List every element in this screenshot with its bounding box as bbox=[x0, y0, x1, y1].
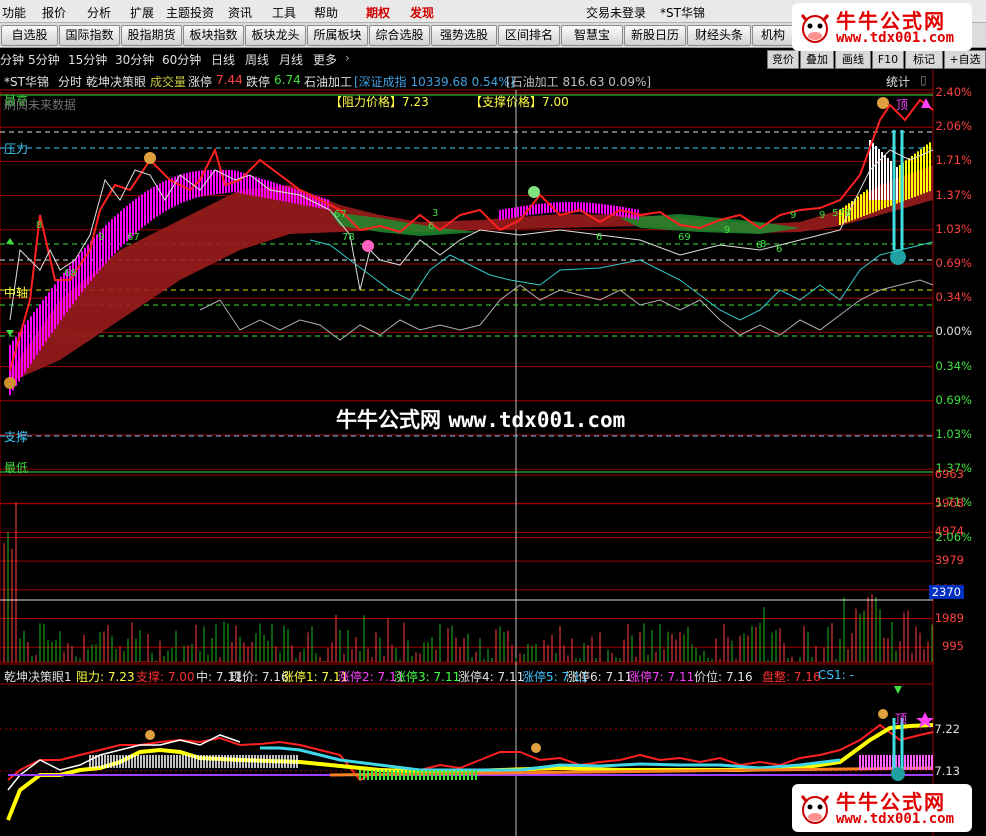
start-marker bbox=[4, 377, 16, 389]
indicator-axis-tick: 7.13 bbox=[934, 764, 960, 778]
indicator-value: 价位: 7.16 bbox=[694, 670, 753, 684]
indicator-value: 盘整: 7.16 bbox=[762, 670, 821, 684]
marker-number: 6 bbox=[756, 240, 762, 251]
price-axis-tick: 0.34% bbox=[935, 290, 972, 305]
indicator-value: 支撑: 7.00 bbox=[136, 670, 195, 684]
price-line bbox=[9, 98, 934, 371]
volume-axis-tick: 5968 bbox=[934, 495, 964, 510]
indicator-peak-label: 顶 bbox=[895, 712, 908, 726]
label-future-data: 刷阅未来数据 bbox=[4, 98, 77, 112]
signal-marker bbox=[891, 767, 905, 781]
price-axis-tick: 0.00% bbox=[935, 324, 972, 339]
indicator-value: CS1: - bbox=[818, 668, 854, 682]
indicator-axis-tick: 7.22 bbox=[934, 722, 960, 736]
marker-number: 78 bbox=[342, 232, 355, 243]
price-axis-tick: 2.40% bbox=[935, 85, 972, 99]
signal-marker bbox=[878, 709, 888, 719]
label-lowest: 最低 bbox=[4, 461, 29, 475]
indicator-value: 涨停4: 7.11 bbox=[458, 670, 525, 684]
volume-axis-tick: 3979 bbox=[934, 553, 964, 568]
marker-number: 3 bbox=[432, 208, 438, 219]
price-axis-tick: 0.69% bbox=[935, 256, 972, 270]
up-arrow-icon bbox=[6, 238, 14, 244]
indicator-line-cyan bbox=[309, 239, 934, 321]
price-axis-tick: 0.34% bbox=[935, 358, 972, 373]
down-arrow-icon bbox=[894, 686, 902, 694]
volume-axis-tick: 6963 bbox=[934, 467, 964, 481]
volume-current: 2370 bbox=[928, 585, 964, 599]
logo-url: www.tdx001.com bbox=[836, 811, 955, 827]
marker-number: 6 bbox=[428, 221, 434, 232]
marker-number: 9 bbox=[790, 210, 796, 221]
marker-number: 9 bbox=[819, 210, 825, 221]
site-logo-bottom[interactable]: 牛牛公式网 www.tdx001.com bbox=[792, 784, 972, 832]
volume-axis-tick: 1989 bbox=[934, 610, 964, 625]
marker-number: 9 bbox=[724, 225, 730, 236]
marker-number: 578 bbox=[832, 208, 851, 219]
price-axis-tick: 2.06% bbox=[935, 119, 972, 134]
support-price: 【支撑价格】7.00 bbox=[470, 95, 569, 109]
price-axis-tick: 1.03% bbox=[935, 427, 972, 441]
watermark-name: 牛牛公式网 bbox=[336, 408, 441, 432]
signal-marker bbox=[144, 152, 156, 164]
cow-icon bbox=[800, 14, 830, 43]
volume-axis-tick: 4974 bbox=[934, 524, 964, 539]
signal-marker bbox=[531, 743, 541, 753]
price-axis-tick: 0.69% bbox=[935, 392, 972, 407]
watermark: 牛牛公式网 www.tdx001.com bbox=[336, 404, 625, 434]
marker-number: 9 bbox=[98, 232, 104, 243]
signal-marker bbox=[362, 240, 374, 252]
logo-url: www.tdx001.com bbox=[836, 30, 955, 46]
marker-number: 68 bbox=[64, 268, 77, 279]
indicator-value: 涨停6: 7.11 bbox=[566, 670, 633, 684]
watermark-url: www.tdx001.com bbox=[448, 408, 626, 432]
site-logo-top[interactable]: 牛牛公式网 www.tdx001.com bbox=[792, 3, 972, 51]
marker-number: 8 bbox=[36, 220, 42, 231]
peak-label: 顶 bbox=[896, 98, 909, 112]
down-arrow-icon bbox=[6, 330, 14, 336]
signal-marker bbox=[528, 186, 540, 198]
indicator-value: 阻力: 7.23 bbox=[76, 670, 135, 684]
indicator-line-gray bbox=[199, 279, 934, 341]
label-axis: 中轴 bbox=[4, 286, 29, 300]
indicator-value: 现价: 7.16 bbox=[230, 670, 289, 684]
cow-icon bbox=[800, 795, 830, 824]
signal-marker bbox=[145, 730, 155, 740]
indicator-line-white bbox=[7, 734, 241, 791]
indicator-value: 涨停3: 7.11 bbox=[394, 670, 461, 684]
marker-number: 67 bbox=[127, 232, 140, 243]
label-support: 支撑 bbox=[4, 430, 29, 444]
signal-marker bbox=[877, 97, 889, 109]
marker-number: 6 bbox=[596, 232, 602, 243]
price-axis-tick: 1.03% bbox=[935, 221, 972, 236]
marker-number: 67 bbox=[334, 209, 347, 220]
indicator-value: 乾坤决策眼1 bbox=[4, 670, 72, 684]
indicator-value: 涨停7: 7.11 bbox=[628, 670, 695, 684]
label-pressure: 压力 bbox=[4, 142, 29, 156]
resistance-price: 【阻力价格】7.23 bbox=[330, 95, 429, 109]
marker-number: 6 bbox=[776, 244, 782, 255]
marker-number: 69 bbox=[678, 232, 691, 243]
price-axis-tick: 1.71% bbox=[935, 153, 972, 168]
price-axis-tick: 1.37% bbox=[935, 187, 972, 202]
volume-axis-tick: 995 bbox=[942, 639, 964, 654]
indicator-legend: 乾坤决策眼1 阻力: 7.23 支撑: 7.00 中: 7.11 现价: 7.16 涨停1… bbox=[0, 666, 935, 684]
